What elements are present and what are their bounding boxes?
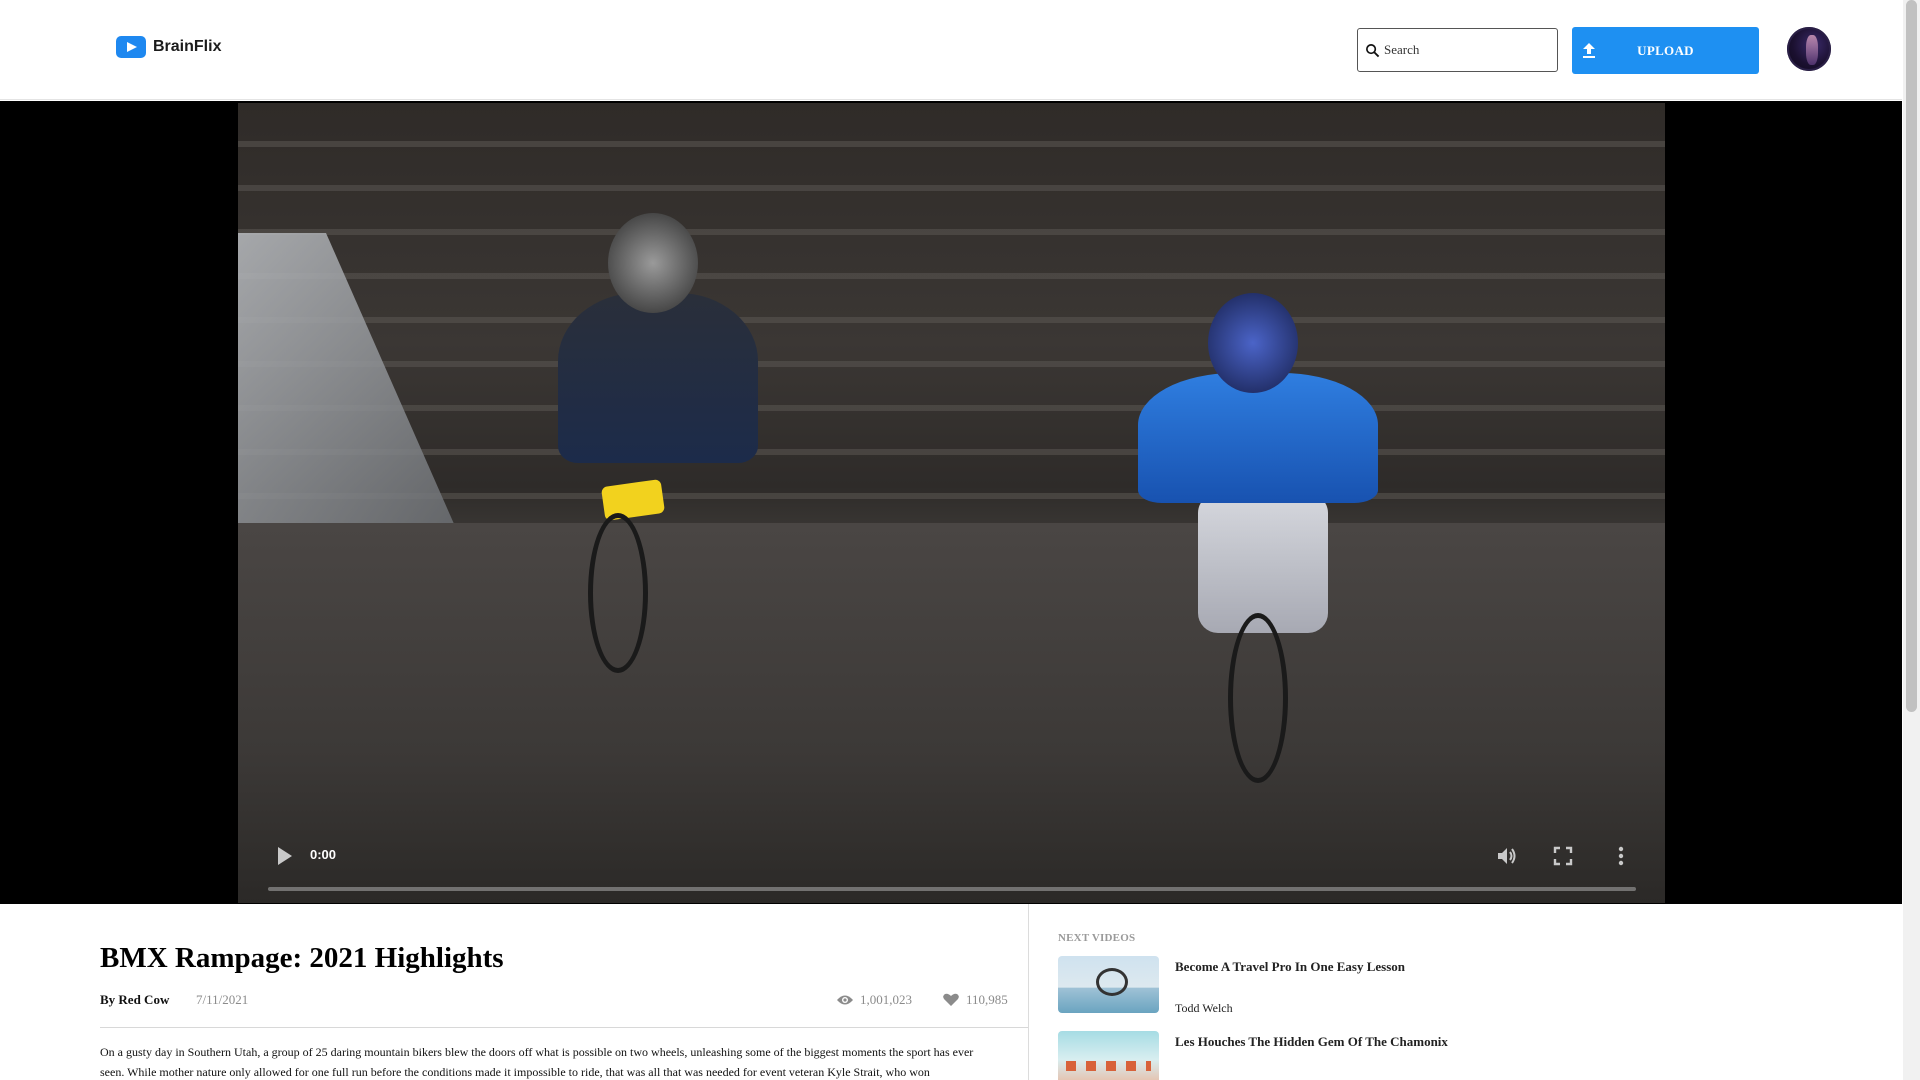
- search-icon: [1366, 43, 1380, 57]
- next-video-thumbnail[interactable]: [1058, 956, 1159, 1013]
- upload-icon: [1583, 43, 1595, 58]
- video-progress-bar[interactable]: [268, 887, 1636, 891]
- play-icon[interactable]: [274, 845, 296, 867]
- current-time: 0:00: [310, 847, 337, 862]
- video-player[interactable]: 0:00: [238, 103, 1665, 903]
- next-videos-heading: NEXT VIDEOS: [1058, 932, 1136, 944]
- user-avatar[interactable]: [1787, 27, 1831, 71]
- video-details: BMX Rampage: 2021 Highlights By Red Cow …: [100, 904, 1028, 1080]
- video-controls: 0:00: [238, 823, 1665, 903]
- next-video-item[interactable]: Become A Travel Pro In One Easy Lesson T…: [1058, 956, 1858, 1030]
- more-options-icon[interactable]: [1608, 843, 1634, 869]
- page-scrollbar[interactable]: [1903, 0, 1920, 1080]
- volume-icon[interactable]: [1494, 843, 1520, 869]
- likes-counter[interactable]: 110,985: [942, 992, 1008, 1008]
- search-input[interactable]: [1384, 42, 1544, 58]
- video-player-area: 0:00: [0, 101, 1902, 904]
- fullscreen-icon[interactable]: [1550, 843, 1576, 869]
- likes-count: 110,985: [966, 992, 1008, 1007]
- play-logo-icon: [116, 36, 146, 58]
- next-videos: NEXT VIDEOS Become A Travel Pro In One E…: [1058, 904, 1858, 1080]
- video-meta: By Red Cow 7/11/2021 1,001,023 110,985: [100, 992, 1028, 1028]
- video-date: 7/11/2021: [196, 992, 249, 1007]
- upload-label: UPLOAD: [1637, 42, 1694, 58]
- video-title: BMX Rampage: 2021 Highlights: [100, 942, 504, 974]
- next-video-item[interactable]: Les Houches The Hidden Gem Of The Chamon…: [1058, 1031, 1858, 1080]
- search-box[interactable]: [1357, 28, 1558, 72]
- next-video-title[interactable]: Les Houches The Hidden Gem Of The Chamon…: [1175, 1034, 1448, 1050]
- views-counter: 1,001,023: [836, 992, 912, 1008]
- logo-text: BrainFlix: [153, 38, 222, 55]
- likes-icon: [943, 993, 959, 1006]
- views-count: 1,001,023: [860, 992, 912, 1007]
- brainflix-logo[interactable]: BrainFlix: [116, 36, 221, 58]
- next-video-title[interactable]: Become A Travel Pro In One Easy Lesson: [1175, 959, 1405, 975]
- column-divider: [1028, 904, 1029, 1080]
- video-author: By Red Cow: [100, 992, 170, 1007]
- upload-button[interactable]: UPLOAD: [1572, 27, 1759, 74]
- video-description: On a gusty day in Southern Utah, a group…: [100, 1045, 974, 1079]
- top-header: BrainFlix UPLOAD: [0, 0, 1902, 100]
- views-icon: [837, 995, 853, 1005]
- next-video-thumbnail[interactable]: [1058, 1031, 1159, 1080]
- scrollbar-thumb[interactable]: [1906, 0, 1917, 712]
- video-frame-wall: [238, 233, 458, 533]
- next-video-channel: Todd Welch: [1175, 1001, 1233, 1015]
